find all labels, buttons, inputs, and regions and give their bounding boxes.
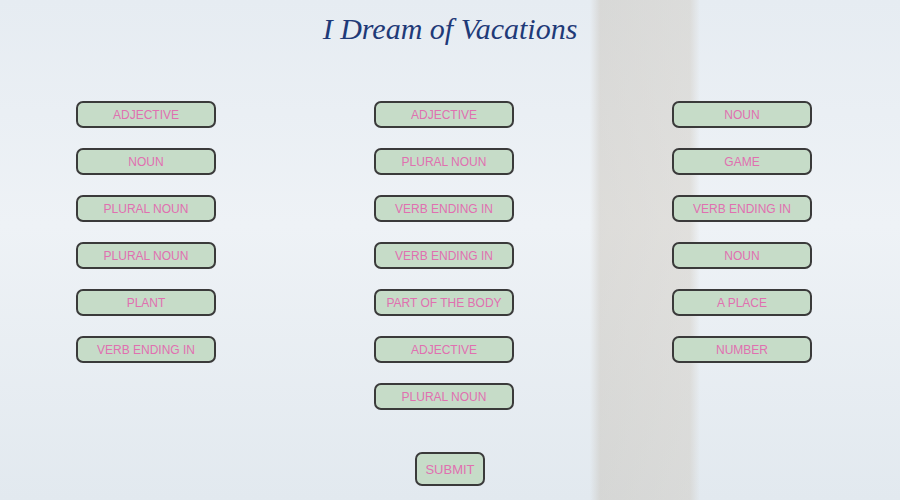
word-form [0, 101, 900, 410]
field-column [76, 101, 216, 410]
word-input[interactable] [76, 242, 216, 269]
word-input[interactable] [374, 289, 514, 316]
word-input[interactable] [374, 383, 514, 410]
word-input[interactable] [374, 242, 514, 269]
word-input[interactable] [672, 195, 812, 222]
mad-libs-page: I Dream of Vacations SUBMIT [0, 0, 900, 500]
word-input[interactable] [672, 101, 812, 128]
word-input[interactable] [374, 336, 514, 363]
word-input[interactable] [374, 101, 514, 128]
word-input[interactable] [672, 289, 812, 316]
word-input[interactable] [76, 148, 216, 175]
word-input[interactable] [374, 195, 514, 222]
word-input[interactable] [672, 242, 812, 269]
field-column [374, 101, 514, 410]
submit-button[interactable]: SUBMIT [415, 452, 484, 486]
word-input[interactable] [672, 148, 812, 175]
word-input[interactable] [76, 195, 216, 222]
word-input[interactable] [76, 336, 216, 363]
submit-row: SUBMIT [415, 452, 484, 486]
field-column [672, 101, 812, 410]
word-input[interactable] [672, 336, 812, 363]
word-input[interactable] [374, 148, 514, 175]
page-title: I Dream of Vacations [323, 0, 578, 48]
word-input[interactable] [76, 101, 216, 128]
word-input[interactable] [76, 289, 216, 316]
